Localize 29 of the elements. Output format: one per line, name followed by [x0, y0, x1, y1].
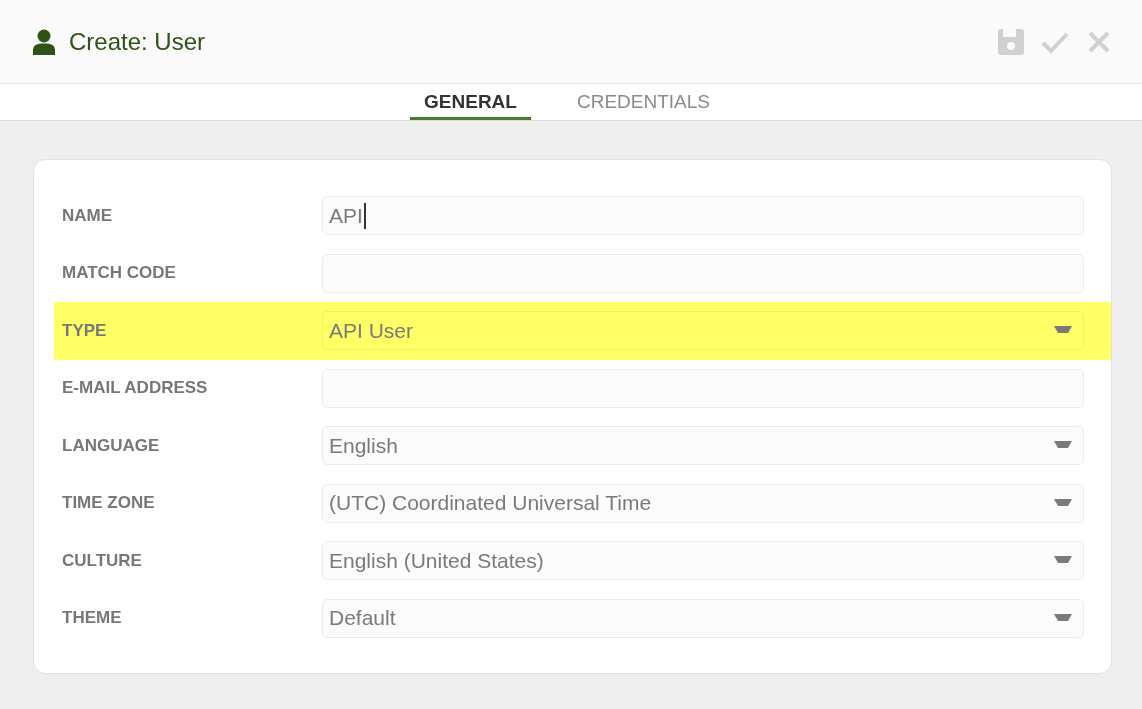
field-value: English (United States) — [329, 548, 545, 573]
tab[interactable]: CREDENTIALS — [562, 84, 724, 120]
input-field[interactable]: API — [322, 196, 1084, 236]
dropdown-arrow-icon — [1054, 326, 1072, 336]
field-value: (UTC) Coordinated Universal Time — [329, 491, 653, 516]
dropdown-arrow-icon — [1054, 441, 1072, 451]
dropdown-field[interactable]: English — [322, 426, 1084, 466]
field-label: TIME ZONE — [62, 493, 156, 514]
dropdown-field[interactable]: (UTC) Coordinated Universal Time — [322, 483, 1084, 523]
field-label: MATCH CODE — [62, 263, 177, 284]
field-value: API User — [329, 318, 415, 343]
dropdown-arrow-icon — [1054, 613, 1072, 623]
dropdown-field[interactable]: API User — [322, 311, 1084, 351]
dropdown-arrow-icon — [1054, 556, 1072, 566]
field-label: CULTURE — [62, 550, 143, 571]
field-label: LANGUAGE — [62, 435, 161, 456]
dropdown-field[interactable]: English (United States) — [322, 541, 1084, 581]
tab[interactable]: GENERAL — [410, 84, 531, 120]
field-value: API — [329, 203, 363, 228]
field-label: TYPE — [62, 320, 108, 341]
dropdown-field[interactable]: Default — [322, 598, 1084, 638]
dropdown-arrow-icon — [1054, 498, 1072, 508]
field-value: English — [329, 433, 399, 458]
field-label: THEME — [62, 608, 123, 629]
field-value: Default — [329, 606, 397, 631]
user-icon — [33, 28, 55, 55]
field-label: NAME — [62, 205, 114, 226]
page-title: Create: User — [69, 27, 206, 56]
field-label: E-MAIL ADDRESS — [62, 378, 209, 399]
